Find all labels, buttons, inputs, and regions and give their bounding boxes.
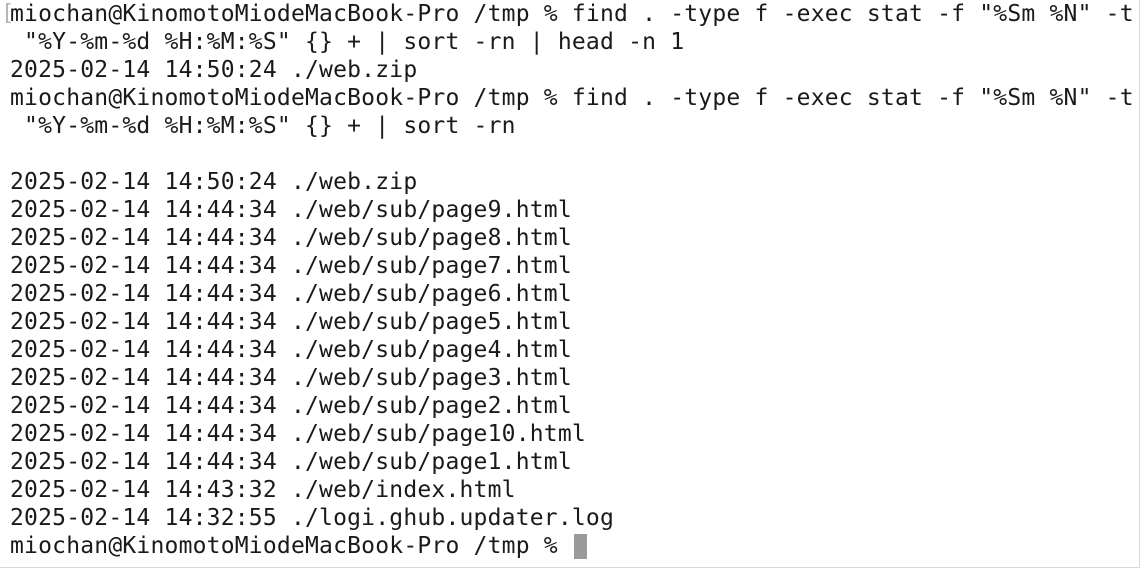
terminal-window[interactable]: [ miochan@KinomotoMiodeMacBook-Pro /tmp … <box>0 0 1140 568</box>
output-line: 2025-02-14 14:32:55 ./logi.ghub.updater.… <box>10 505 615 531</box>
terminal-output: miochan@KinomotoMiodeMacBook-Pro /tmp % … <box>10 0 1134 560</box>
output-line: 2025-02-14 14:44:34 ./web/sub/page3.html <box>10 365 572 391</box>
command-line-1b: "%Y-%m-%d %H:%M:%S" {} + | sort -rn | he… <box>10 29 685 55</box>
output-line: 2025-02-14 14:44:34 ./web/sub/page8.html <box>10 225 572 251</box>
output-line: 2025-02-14 14:43:32 ./web/index.html <box>10 477 516 503</box>
output-line: 2025-02-14 14:44:34 ./web/sub/page4.html <box>10 337 572 363</box>
output-line: 2025-02-14 14:44:34 ./web/sub/page1.html <box>10 449 572 475</box>
output-line: 2025-02-14 14:44:34 ./web/sub/page10.htm… <box>10 421 586 447</box>
output-line: 2025-02-14 14:44:34 ./web/sub/page7.html <box>10 253 572 279</box>
command-line-2a: miochan@KinomotoMiodeMacBook-Pro /tmp % … <box>10 85 1134 111</box>
shell-prompt: miochan@KinomotoMiodeMacBook-Pro /tmp % <box>10 533 572 559</box>
output-line: 2025-02-14 14:44:34 ./web/sub/page9.html <box>10 197 572 223</box>
current-prompt-line[interactable]: miochan@KinomotoMiodeMacBook-Pro /tmp % <box>10 532 1134 560</box>
output-line: 2025-02-14 14:50:24 ./web.zip <box>10 57 418 83</box>
command-line-1a: miochan@KinomotoMiodeMacBook-Pro /tmp % … <box>10 1 1134 27</box>
output-line: 2025-02-14 14:50:24 ./web.zip <box>10 169 418 195</box>
output-line: 2025-02-14 14:44:34 ./web/sub/page5.html <box>10 309 572 335</box>
command-line-2b: "%Y-%m-%d %H:%M:%S" {} + | sort -rn <box>10 113 516 139</box>
output-line: 2025-02-14 14:44:34 ./web/sub/page6.html <box>10 281 572 307</box>
output-line: 2025-02-14 14:44:34 ./web/sub/page2.html <box>10 393 572 419</box>
text-cursor[interactable] <box>573 533 587 559</box>
